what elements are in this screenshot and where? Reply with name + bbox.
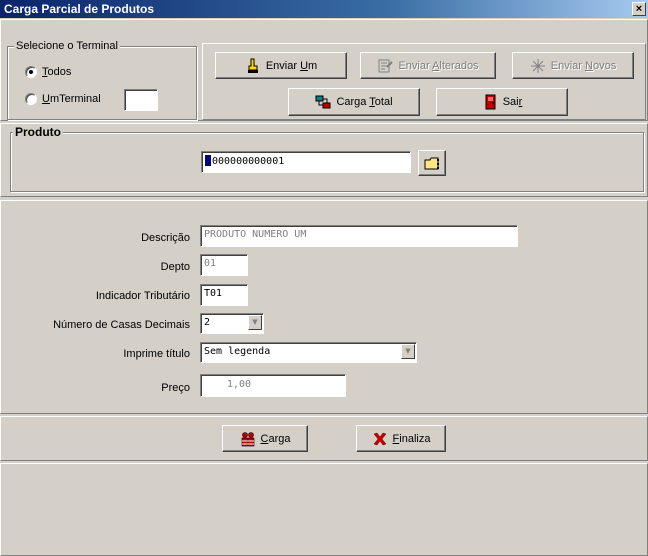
preco-input[interactable]: 1,00 [200, 374, 346, 397]
finaliza-button[interactable]: Finaliza [356, 425, 446, 452]
radio-um-terminal-label: UmTerminal [42, 93, 101, 105]
produto-code-value: 000000000001 [212, 156, 285, 167]
enviar-alterados-button[interactable]: Enviar Alterados [360, 52, 496, 79]
depto-input[interactable]: 01 [200, 254, 248, 276]
carga-total-label: Carga Total [336, 96, 393, 108]
carga-label: Carga [260, 432, 291, 445]
folder-search-icon [424, 155, 440, 171]
carga-button[interactable]: Carga [222, 425, 308, 452]
radio-todos[interactable]: Todos [25, 66, 71, 78]
radio-todos-label: Todos [42, 66, 72, 78]
hand-point-icon [245, 58, 261, 74]
document-edit-icon [377, 58, 394, 74]
terminal-groupbox: Selecione o Terminal [7, 40, 197, 120]
terminal-group-legend: Selecione o Terminal [14, 40, 120, 52]
enviar-um-button[interactable]: Enviar Um [215, 52, 347, 79]
casas-decimais-value: 2 [204, 317, 211, 328]
window-title: Carga Parcial de Produtos [4, 2, 155, 16]
sair-label: Sair [502, 96, 523, 108]
descricao-label: Descrição [141, 232, 190, 244]
indicador-tributario-label: Indicador Tributário [95, 290, 190, 302]
bottom-panel [0, 463, 648, 556]
imprime-titulo-select[interactable]: Sem legenda ▼ [200, 342, 417, 363]
imprime-titulo-label: Imprime título [123, 348, 190, 360]
produto-legend: Produto [13, 125, 63, 139]
close-icon: × [635, 3, 643, 15]
text-cursor [205, 155, 211, 166]
terminal-number-input[interactable] [124, 89, 158, 111]
casas-decimais-select[interactable]: 2 ▼ [200, 313, 264, 334]
radio-um-terminal[interactable]: UmTerminal [25, 93, 101, 105]
indicador-tributario-input[interactable]: T01 [200, 284, 248, 306]
imprime-titulo-dropdown-icon[interactable]: ▼ [401, 344, 415, 359]
network-transfer-icon [315, 94, 331, 110]
casas-decimais-dropdown-icon[interactable]: ▼ [248, 315, 262, 330]
radio-um-terminal-indicator[interactable] [25, 93, 37, 105]
enviar-alterados-label: Enviar Alterados [398, 59, 479, 72]
sair-button[interactable]: Sair [436, 88, 568, 116]
enviar-novos-label: Enviar Novos [550, 59, 617, 72]
preco-value: 1,00 [227, 379, 252, 390]
search-produto-button[interactable] [418, 150, 446, 176]
depto-label: Depto [160, 261, 190, 273]
enviar-um-label: Enviar Um [265, 59, 318, 72]
people-group-icon [240, 431, 256, 447]
imprime-titulo-value: Sem legenda [204, 346, 271, 357]
close-button[interactable]: × [632, 2, 646, 16]
actions-panel [0, 416, 648, 461]
exit-door-icon [482, 94, 498, 110]
preco-label: Preço [161, 382, 190, 394]
red-x-icon [372, 431, 388, 447]
radio-todos-indicator[interactable] [25, 66, 37, 78]
sparkle-icon [530, 58, 546, 74]
finaliza-label: Finaliza [392, 432, 431, 445]
produto-code-input[interactable]: 000000000001 [201, 151, 411, 173]
enviar-novos-button[interactable]: Enviar Novos [512, 52, 634, 79]
title-bar: Carga Parcial de Produtos × [0, 0, 648, 18]
carga-total-button[interactable]: Carga Total [288, 88, 420, 116]
descricao-input[interactable]: PRODUTO NUMERO UM [200, 225, 518, 247]
casas-decimais-label: Número de Casas Decimais [53, 319, 190, 331]
